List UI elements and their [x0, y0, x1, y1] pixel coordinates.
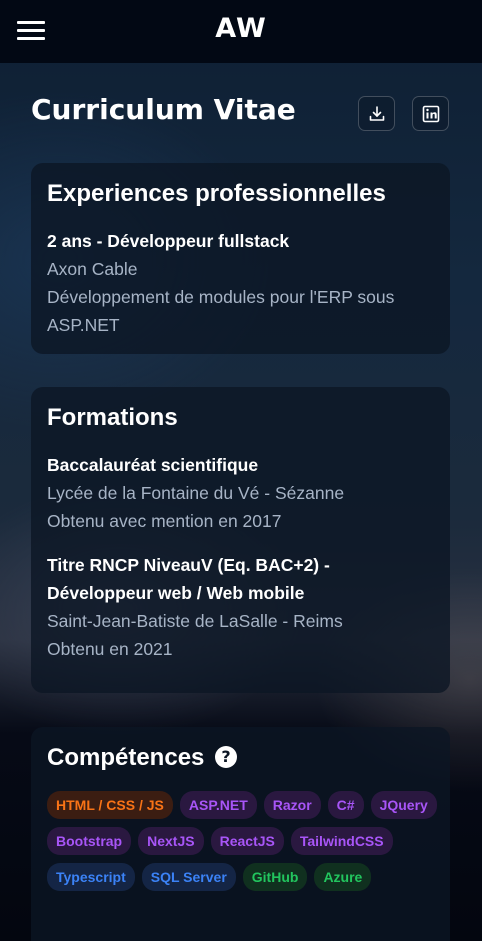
site-logo[interactable]: AW: [0, 13, 482, 44]
skill-badge: Bootstrap: [47, 827, 132, 855]
download-cv-button[interactable]: [358, 96, 395, 131]
formation-title: Baccalauréat scientifique: [47, 455, 259, 475]
top-navbar: AW: [0, 0, 482, 63]
experience-company: Axon Cable: [47, 259, 138, 279]
skill-badge: TailwindCSS: [290, 827, 393, 855]
formation-entry: Baccalauréat scientifique Lycée de la Fo…: [47, 451, 434, 535]
skill-badge: Razor: [263, 791, 321, 819]
linkedin-icon: [422, 105, 439, 122]
page-title: Curriculum Vitae: [31, 93, 296, 126]
skill-badge: SQL Server: [141, 863, 236, 891]
formation-title: Titre RNCP NiveauV (Eq. BAC+2) - Dévelop…: [47, 555, 330, 603]
experiences-heading: Experiences professionnelles: [47, 180, 386, 207]
formation-school: Saint-Jean-Batiste de LaSalle - Reims: [47, 611, 343, 631]
skill-badge: ReactJS: [210, 827, 284, 855]
skill-badge: Azure: [314, 863, 372, 891]
skills-heading: Compétences: [47, 744, 205, 771]
experience-entry: 2 ans - Développeur fullstack Axon Cable…: [47, 227, 434, 339]
skill-badge: HTML / CSS / JS: [47, 791, 173, 819]
skill-badge: ASP.NET: [179, 791, 257, 819]
skills-badge-list: HTML / CSS / JS ASP.NET Razor C# JQuery Boots…: [47, 791, 447, 891]
experiences-card: Experiences professionnelles 2 ans - Dév…: [31, 163, 450, 354]
linkedin-button[interactable]: [412, 96, 449, 131]
skill-badge: GitHub: [242, 863, 308, 891]
download-icon: [369, 105, 384, 121]
skills-card: Compétences ? HTML / CSS / JS ASP.NET Razo…: [31, 727, 450, 941]
formations-card: Formations Baccalauréat scientifique Lyc…: [31, 387, 450, 693]
skill-badge: JQuery: [370, 791, 437, 819]
formation-entry: Titre RNCP NiveauV (Eq. BAC+2) - Dévelop…: [47, 551, 434, 663]
skill-badge: C#: [327, 791, 364, 819]
skills-heading-row: Compétences ?: [47, 743, 434, 773]
formation-detail: Obtenu avec mention en 2017: [47, 511, 282, 531]
question-circle-icon[interactable]: ?: [215, 746, 238, 768]
skill-badge: NextJS: [138, 827, 204, 855]
formations-heading: Formations: [47, 404, 178, 431]
experience-description: Développement de modules pour l'ERP sous…: [47, 287, 395, 335]
skill-badge: Typescript: [47, 863, 135, 891]
formation-school: Lycée de la Fontaine du Vé - Sézanne: [47, 483, 345, 503]
formation-detail: Obtenu en 2021: [47, 639, 173, 659]
experience-title: 2 ans - Développeur fullstack: [47, 231, 290, 251]
